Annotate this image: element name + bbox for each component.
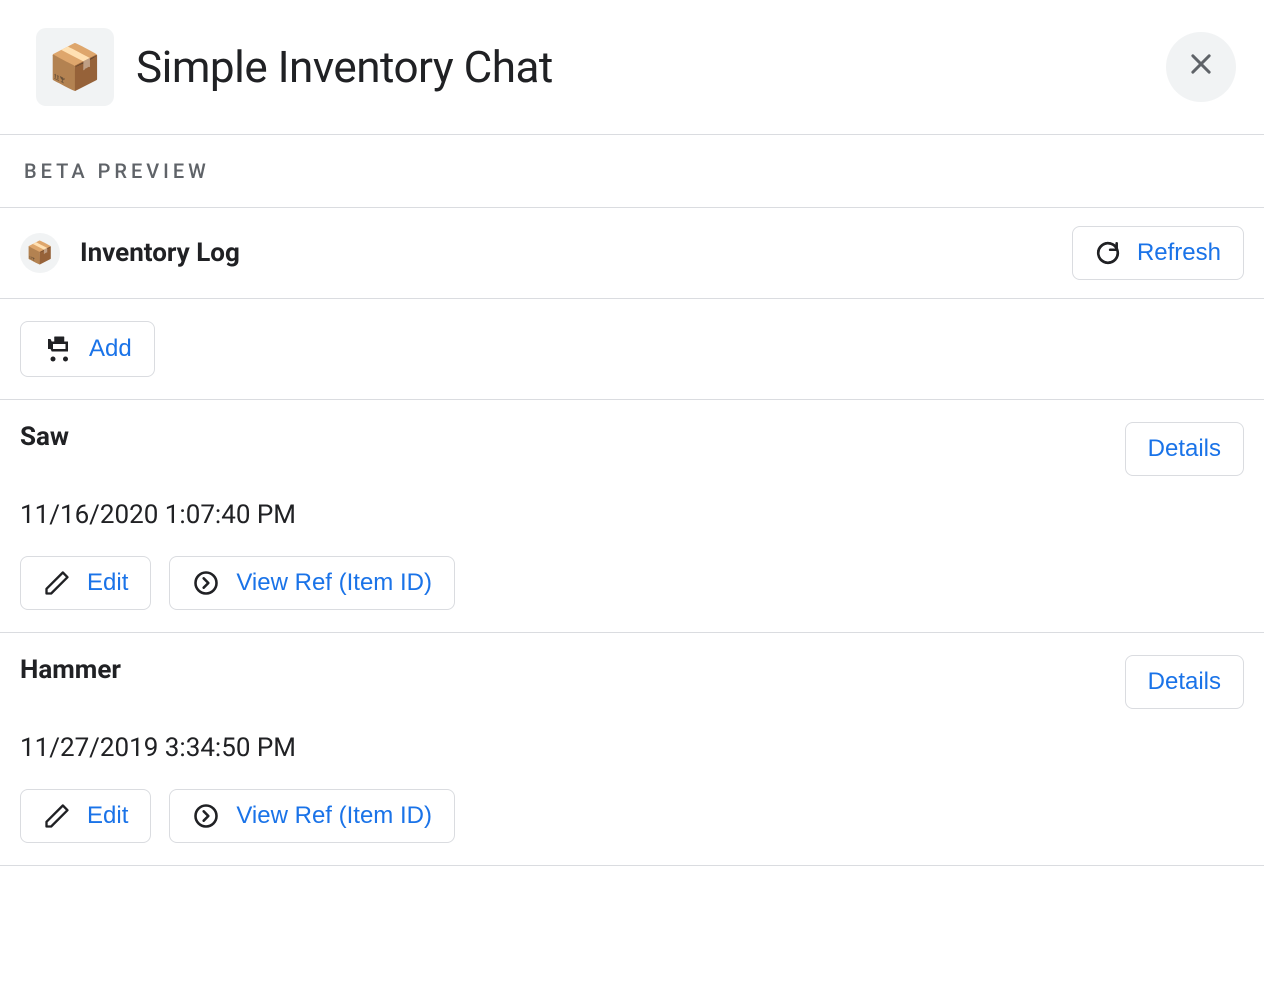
item-name: Hammer [20, 655, 121, 685]
refresh-icon [1095, 240, 1121, 266]
add-cart-icon [43, 334, 73, 364]
item-name: Saw [20, 422, 69, 452]
refresh-label: Refresh [1137, 239, 1221, 267]
list-item: Hammer Details 11/27/2019 3:34:50 PM Edi… [0, 633, 1264, 866]
chevron-circle-icon [192, 569, 220, 597]
app-icon: 📦 [36, 28, 114, 106]
chevron-circle-icon [192, 802, 220, 830]
item-actions: Edit View Ref (Item ID) [20, 556, 1244, 610]
section-title: Inventory Log [80, 238, 1072, 268]
pencil-icon [43, 569, 71, 597]
close-button[interactable] [1166, 32, 1236, 102]
pencil-icon [43, 802, 71, 830]
app-header: 📦 Simple Inventory Chat [0, 0, 1264, 134]
section-header: 📦 Inventory Log Refresh [0, 207, 1264, 299]
view-ref-button[interactable]: View Ref (Item ID) [169, 789, 455, 843]
toolbar: Add [0, 299, 1264, 400]
details-button[interactable]: Details [1125, 422, 1244, 476]
add-button[interactable]: Add [20, 321, 155, 377]
add-label: Add [89, 335, 132, 363]
item-timestamp: 11/27/2019 3:34:50 PM [20, 733, 1244, 763]
edit-button[interactable]: Edit [20, 789, 151, 843]
beta-preview-label: BETA PREVIEW [0, 135, 1264, 207]
item-timestamp: 11/16/2020 1:07:40 PM [20, 500, 1244, 530]
item-actions: Edit View Ref (Item ID) [20, 789, 1244, 843]
edit-button[interactable]: Edit [20, 556, 151, 610]
view-ref-label: View Ref (Item ID) [236, 569, 432, 597]
edit-label: Edit [87, 569, 128, 597]
edit-label: Edit [87, 802, 128, 830]
refresh-button[interactable]: Refresh [1072, 226, 1244, 280]
list-item: Saw Details 11/16/2020 1:07:40 PM Edit V… [0, 400, 1264, 633]
details-button[interactable]: Details [1125, 655, 1244, 709]
close-icon [1187, 49, 1215, 86]
view-ref-label: View Ref (Item ID) [236, 802, 432, 830]
app-title: Simple Inventory Chat [136, 41, 1166, 93]
view-ref-button[interactable]: View Ref (Item ID) [169, 556, 455, 610]
package-icon: 📦 [20, 233, 60, 273]
